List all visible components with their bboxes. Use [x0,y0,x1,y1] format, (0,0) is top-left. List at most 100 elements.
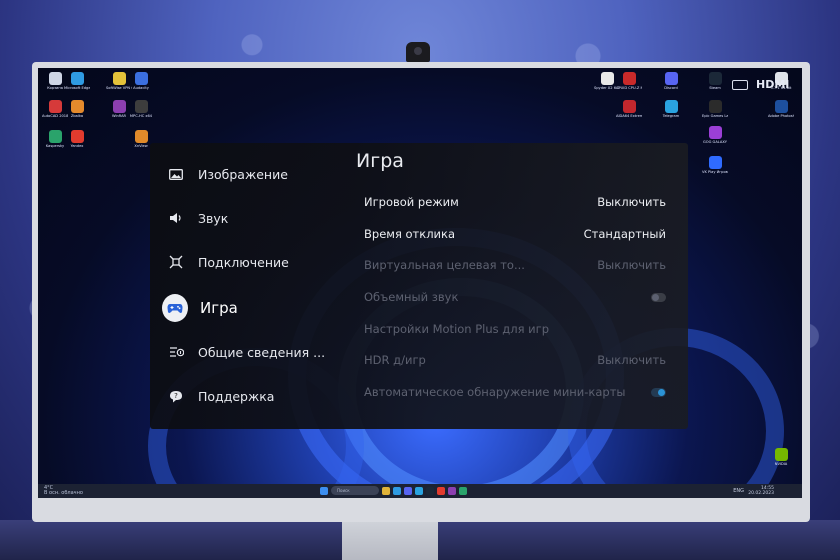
app-icon [664,72,678,85]
desktop-icon-label: Steam [709,86,721,90]
app-icon [48,130,62,143]
weather-widget[interactable]: 4°C В осн. облачно [44,486,83,496]
desktop-icon[interactable]: Telegram [658,100,684,118]
setting-row-response-time[interactable]: Время отклика Стандартный [364,224,666,244]
app-icon [774,448,788,461]
minimap-detect-toggle[interactable] [651,387,666,397]
app-icon [774,100,788,113]
app-icon [70,100,84,113]
desktop-icon[interactable]: Microsoft Edge [64,72,90,90]
desktop-icon-label: VK Play Игровой... [702,170,728,174]
app-icon [708,72,722,85]
desktop-icon[interactable]: NVIDIA [768,448,794,466]
sidebar-item-support[interactable]: ? Поддержка [164,381,274,411]
discord-icon[interactable] [404,486,412,495]
desktop-icon[interactable]: Adobe Photosh... [768,100,794,118]
app-icon [622,100,636,113]
sidebar-item-game[interactable]: Игра [162,293,238,323]
desktop-icon-label: Microsoft Edge [64,86,90,90]
app-icon [664,100,678,113]
clock-date: 20.02.2023 [748,491,774,496]
app-icon [112,100,126,113]
desktop-icon[interactable]: Yandex [64,130,90,148]
monitor-stand [342,522,438,560]
desktop-icon-label: CPUID CPU-Z MSI [616,86,642,90]
desktop-icon-label: Epic Games Launcher [702,114,728,118]
setting-label: Объемный звук [364,290,459,304]
app-icon [112,72,126,85]
setting-value: Выключить [597,258,666,272]
setting-row-game-hdr[interactable]: HDR д/игр Выключить [364,350,666,370]
app-icon [70,72,84,85]
desktop-icon[interactable]: VK Play Игровой... [702,156,728,174]
page-title: Игра [356,150,404,172]
windows-taskbar: 4°C В осн. облачно Поиск ENG 14:55 20.02… [38,484,802,498]
setting-row-minimap-detect[interactable]: Автоматическое обнаружение мини-карты [364,382,666,402]
desktop-icon-label: Yandex [70,144,84,148]
sidebar-item-label: Общие сведения ... [198,344,326,360]
app-icon [48,72,62,85]
app-icon[interactable] [459,486,467,495]
sidebar-item-label: Звук [198,210,229,226]
desktop-icon-label: Discord [664,86,678,90]
setting-row-motion-plus[interactable]: Настройки Motion Plus для игр [364,319,666,339]
edge-icon[interactable] [393,486,401,495]
telegram-icon[interactable] [415,486,423,495]
desktop-icon-label: GOG GALAXY [703,140,727,144]
sidebar-item-connection[interactable]: Подключение [164,247,289,277]
gamepad-icon [162,294,188,322]
desktop-icon[interactable]: Discord [658,72,684,90]
webcam [406,42,430,62]
desktop-icon-label: Zbalka [70,114,84,118]
desktop-icon-label: NVIDIA [774,462,788,466]
desktop-icon[interactable]: AIDA64 Extreme [616,100,642,118]
desktop-icon-label: Adobe Photosh... [768,114,794,118]
setting-value: Выключить [597,195,666,209]
taskbar-search[interactable]: Поиск [331,486,379,495]
sidebar-item-general[interactable]: Общие сведения ... [164,337,325,367]
sidebar-item-label: Игра [200,299,238,317]
sidebar-item-picture[interactable]: Изображение [164,159,288,189]
desktop-icon[interactable]: Steam [702,72,728,90]
setting-row-game-mode[interactable]: Игровой режим Выключить [364,192,666,212]
desktop-icon[interactable]: Audacity [128,72,154,90]
monitor-screen: КорзинаMicrosoft EdgeAutoCAD 2018 -...Zb… [38,68,802,498]
sidebar-item-label: Поддержка [198,388,275,404]
surround-sound-toggle[interactable] [651,292,666,302]
sidebar-item-sound[interactable]: Звук [164,203,228,233]
setting-label: Автоматическое обнаружение мини-карты [364,385,626,399]
yandex-icon[interactable] [437,486,445,495]
sidebar-item-label: Подключение [198,254,289,270]
app-icon [600,72,614,85]
app-icon [708,156,722,169]
desktop-icon[interactable]: Epic Games Launcher [702,100,728,118]
setting-label: HDR д/игр [364,353,426,367]
desktop-icon-label: AIDA64 Extreme [616,114,642,118]
setting-value: Стандартный [583,227,666,241]
setting-row-virtual-aim[interactable]: Виртуальная целевая то... Выключить [364,255,666,275]
setting-row-surround-sound[interactable]: Объемный звук [364,287,666,307]
language-indicator[interactable]: ENG [733,488,744,494]
app-icon [48,100,62,113]
weather-desc: В осн. облачно [44,490,83,496]
app-icon [134,100,148,113]
files-icon[interactable] [382,486,390,495]
desktop-icon[interactable]: Zbalka [64,100,90,118]
taskbar-clock[interactable]: 14:55 20.02.2023 [748,486,774,496]
speaker-icon [164,212,188,224]
start-icon[interactable] [320,486,328,495]
steam-icon[interactable] [426,486,434,495]
app-icon [134,72,148,85]
app-icon[interactable] [448,486,456,495]
connection-icon [164,255,188,269]
taskbar-apps: Поиск [320,486,467,495]
sidebar-item-label: Изображение [198,166,288,182]
desktop-icon-label: Telegram [662,114,680,118]
app-icon [708,100,722,113]
desktop-icon-label: Audacity [133,86,149,90]
desktop-icon[interactable]: GOG GALAXY [702,126,728,144]
menu-sidebar: Изображение Звук Подключение Игра Общие … [150,143,340,429]
desktop-icon[interactable]: CPUID CPU-Z MSI [616,72,642,90]
desktop-icon[interactable]: MPC-HC x64 [128,100,154,118]
input-label: HDMI [756,78,790,91]
